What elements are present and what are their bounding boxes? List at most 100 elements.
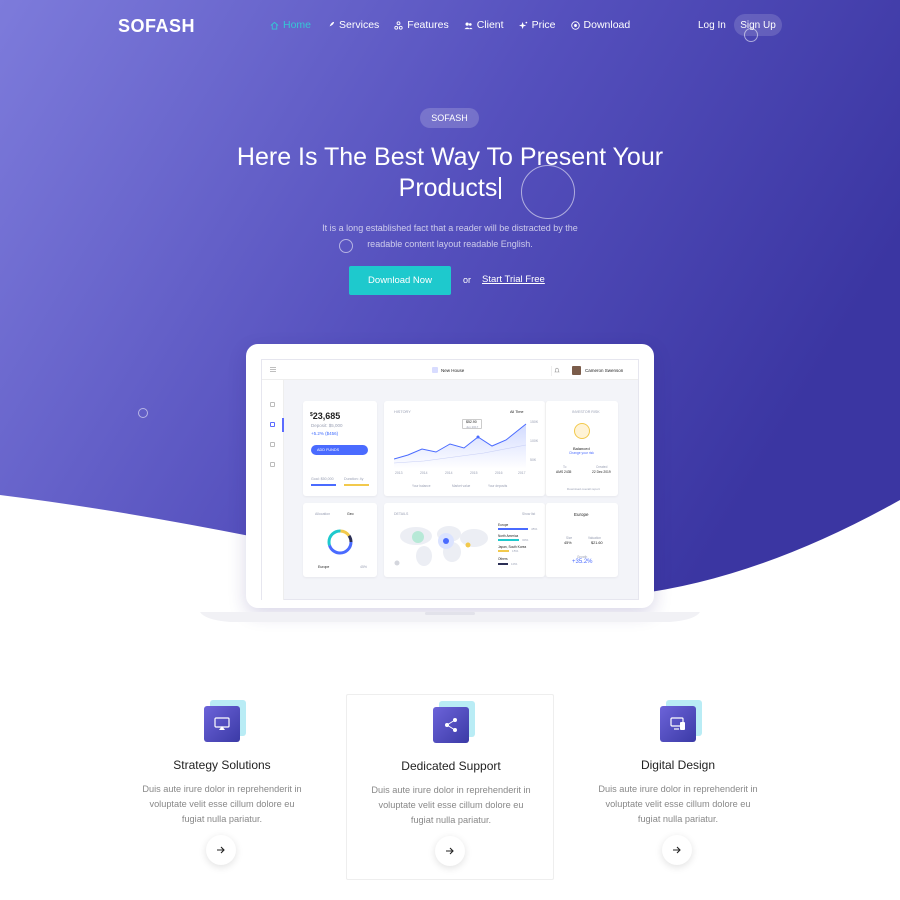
- feature-card-design: Digital Design Duis aute irure dolor in …: [574, 694, 782, 880]
- nav-item-price[interactable]: Price: [518, 19, 556, 31]
- dashboard-breadcrumb: New House: [441, 368, 465, 373]
- report-link[interactable]: Download overall report: [567, 487, 600, 491]
- region-name: Others: [498, 557, 508, 561]
- nav-item-home[interactable]: Home: [270, 19, 311, 31]
- x-tick: 2014: [445, 471, 453, 475]
- feature-icon-box: [204, 700, 246, 748]
- allocation-card: Allocation Geo Europe 45%: [303, 503, 377, 577]
- tab-geo[interactable]: Geo: [347, 512, 354, 516]
- nav-item-client[interactable]: Client: [464, 19, 504, 31]
- start-trial-link[interactable]: Start Trial Free: [482, 274, 545, 285]
- hero-title-line1: Here Is The Best Way To Present Your: [236, 143, 664, 171]
- region-bar: [498, 563, 508, 565]
- download-circle-icon: [570, 20, 580, 30]
- sparkle-icon: [518, 21, 527, 29]
- nodes-icon: [394, 20, 403, 30]
- to-label: To: [563, 465, 567, 469]
- history-title: HISTORY: [394, 410, 411, 414]
- login-link[interactable]: Log In: [698, 20, 726, 31]
- feature-title: Digital Design: [640, 758, 716, 772]
- decor-ring: [138, 408, 148, 418]
- y-tick: 50K: [530, 458, 537, 462]
- stat-value: 45%: [564, 541, 572, 545]
- feature-card-support: Dedicated Support Duis aute irure dolor …: [346, 694, 554, 880]
- top-navbar: SOFASH Home Services Features Client Pri…: [0, 0, 900, 52]
- download-now-button[interactable]: Download Now: [349, 266, 451, 295]
- signup-button[interactable]: Sign Up: [734, 14, 782, 36]
- nav-item-services[interactable]: Services: [326, 19, 379, 31]
- rocket-icon: [327, 21, 335, 28]
- feature-card-strategy: Strategy Solutions Duis aute irure dolor…: [118, 694, 326, 880]
- region-pct: 30%: [522, 538, 529, 542]
- nav-item-features[interactable]: Features: [394, 19, 449, 31]
- history-card: HISTORY All Time $52.90 Jun 2017 150K 10…: [384, 401, 545, 496]
- sidebar-active-indicator: [282, 418, 284, 432]
- region-bar: [498, 539, 519, 541]
- devices-icon: [660, 706, 696, 742]
- balance-card: $23,685 Deposit: $5,000 +5.2% ($456) ADD…: [303, 401, 377, 496]
- risk-card: INVESTOR RISK Balanced Change your risk …: [545, 401, 618, 496]
- region-detail-card: Europe Size 45% Valuation $21.60 Growth …: [545, 503, 618, 577]
- region-pct: 45%: [531, 527, 538, 531]
- map-filter[interactable]: Show list: [522, 512, 535, 516]
- created-label: Created: [596, 465, 608, 469]
- avatar[interactable]: [572, 366, 581, 375]
- allocation-percent: 45%: [360, 565, 368, 569]
- world-map: [394, 526, 488, 566]
- arrow-right-icon: [217, 846, 225, 854]
- feature-arrow-button[interactable]: [435, 836, 465, 866]
- hero-title-word: Products: [398, 174, 498, 202]
- risk-title: INVESTOR RISK: [572, 410, 600, 414]
- nav-item-label: Features: [407, 19, 449, 31]
- balance-amount: $23,685: [310, 411, 341, 421]
- legend-item: Market value: [452, 484, 471, 488]
- region-name: North America: [498, 534, 519, 538]
- sidebar-icon-4[interactable]: [270, 462, 275, 467]
- sidebar-icon-1[interactable]: [270, 402, 275, 407]
- feature-arrow-button[interactable]: [662, 835, 692, 865]
- risk-change-link[interactable]: Change your risk: [569, 451, 594, 455]
- stat-label: Valuation: [588, 536, 602, 540]
- tab-allocation[interactable]: Allocation: [315, 512, 330, 516]
- growth-value: +35.2%: [572, 559, 593, 565]
- allocation-donut-chart: [327, 529, 353, 555]
- region-pct: 10%: [511, 562, 518, 566]
- x-tick: 2016: [495, 471, 503, 475]
- landing-page: SOFASH Home Services Features Client Pri…: [0, 0, 900, 900]
- feature-text: Duis aute irure dolor in reprehenderit i…: [371, 785, 531, 825]
- sidebar-icon-2[interactable]: [270, 422, 275, 427]
- share-icon: [433, 707, 469, 743]
- brand-logo[interactable]: SOFASH: [118, 16, 195, 37]
- arrow-right-icon: [446, 847, 454, 855]
- bell-icon[interactable]: [554, 367, 560, 373]
- feature-icon-box: [433, 701, 475, 749]
- balance-value: 23,685: [312, 411, 341, 421]
- feature-title: Dedicated Support: [401, 759, 501, 773]
- created-value: 22 Dec 2019: [592, 470, 611, 474]
- nav-item-label: Price: [531, 19, 556, 31]
- feature-arrow-button[interactable]: [206, 835, 236, 865]
- feature-title: Strategy Solutions: [173, 758, 271, 772]
- hero-title: Here Is The Best Way To Present Your Pro…: [200, 142, 700, 204]
- menu-icon[interactable]: [270, 367, 276, 372]
- user-name: Cameron Swenson: [585, 368, 624, 373]
- y-tick: 150K: [530, 420, 539, 424]
- history-range[interactable]: All Time: [510, 410, 524, 414]
- laptop-base: [200, 608, 700, 626]
- y-tick: 100K: [530, 439, 539, 443]
- sidebar-icon-3[interactable]: [270, 442, 275, 447]
- or-separator: or: [463, 275, 472, 285]
- dashboard-screen: New House Cameron Swenson $23,685 Deposi…: [261, 359, 639, 600]
- duration-label: Duration: 4y: [344, 477, 364, 481]
- nav-item-label: Download: [583, 19, 631, 31]
- typing-cursor: [499, 177, 502, 199]
- map-title: DETAILS: [394, 512, 409, 516]
- balance-deposit: Deposit: $5,000: [311, 423, 343, 428]
- stat-value: $21.60: [591, 541, 603, 545]
- map-card: DETAILS Show list Europe 45% North Ameri…: [384, 503, 545, 577]
- legend-item: Your balance: [412, 484, 431, 488]
- balance-change: +5.2% ($456): [311, 431, 339, 436]
- nav-item-download[interactable]: Download: [570, 19, 631, 31]
- feature-icon-box: [660, 700, 702, 748]
- hero-subtitle-line1: It is a long established fact that a rea…: [322, 223, 578, 233]
